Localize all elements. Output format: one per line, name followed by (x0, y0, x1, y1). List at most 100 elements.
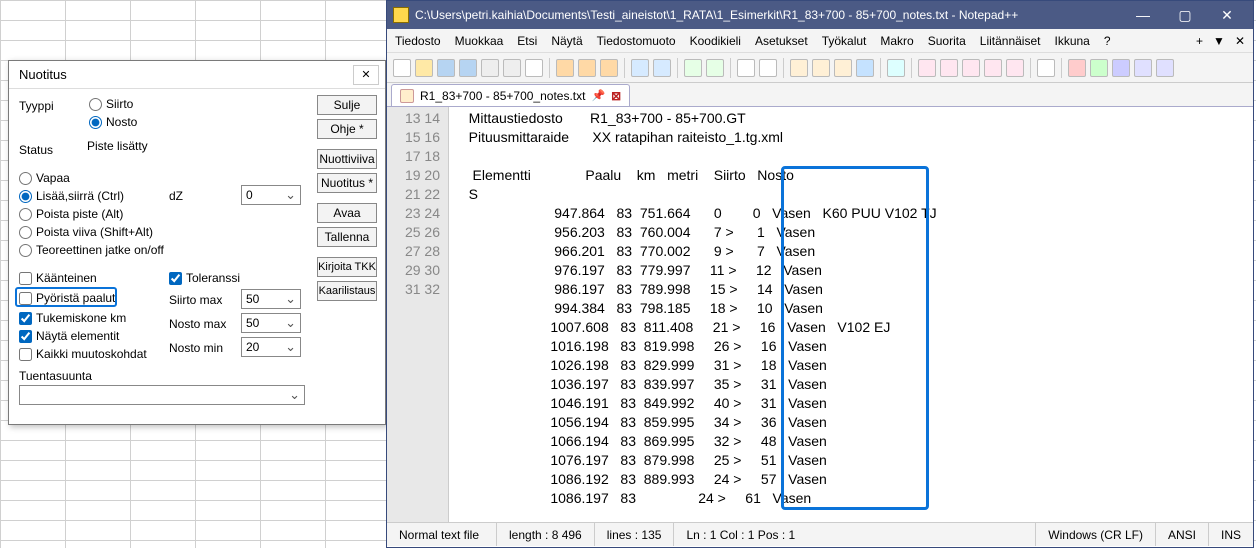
menu-tiedosto[interactable]: Tiedosto (395, 34, 441, 48)
close-all-icon[interactable] (503, 59, 521, 77)
nosto-max-select[interactable]: 50 (241, 313, 301, 333)
tuentasuunta-select[interactable] (19, 385, 305, 405)
radio-poista-piste[interactable]: Poista piste (Alt) (19, 207, 123, 221)
radio-vapaa[interactable]: Vapaa (19, 171, 70, 185)
record-icon[interactable] (1068, 59, 1086, 77)
npp-menubar: Tiedosto Muokkaa Etsi Näytä Tiedostomuoto Koo… (387, 29, 1253, 53)
play-multi-icon[interactable] (1134, 59, 1152, 77)
nuotitus-dialog: Nuotitus ✕ Tyyppi Siirto Nosto Status Pi… (8, 60, 386, 425)
doc-map-icon[interactable] (984, 59, 1002, 77)
kirjoita-tkk-button[interactable]: Kirjoita TKK * (317, 257, 377, 277)
menu-x-icon[interactable]: ✕ (1235, 34, 1245, 48)
dz-label: dZ (169, 189, 183, 203)
radio-teoreettinen[interactable]: Teoreettinen jatke on/off (19, 243, 164, 257)
nosto-min-select[interactable]: 20 (241, 337, 301, 357)
monitor-icon[interactable] (1037, 59, 1055, 77)
dialog-close-button[interactable]: ✕ (353, 65, 379, 85)
open-icon[interactable] (415, 59, 433, 77)
npp-editor[interactable]: 13 14 15 16 17 18 19 20 21 22 23 24 25 2… (387, 107, 1253, 522)
paste-icon[interactable] (600, 59, 618, 77)
status-value: Piste lisätty (83, 139, 193, 159)
status-label: Status (19, 143, 53, 157)
close-file-icon[interactable] (481, 59, 499, 77)
code-area[interactable]: Mittaustiedosto R1_83+700 - 85+700.GT Pi… (449, 107, 1253, 522)
menu-työkalut[interactable]: Työkalut (822, 34, 867, 48)
radio-siirto[interactable]: Siirto (89, 97, 133, 111)
npp-app-icon (393, 7, 409, 23)
menu-suorita[interactable]: Suorita (928, 34, 966, 48)
kaarilistaus-button[interactable]: Kaarilistaus * (317, 281, 377, 301)
doc-list-icon[interactable] (1006, 59, 1024, 77)
radio-nosto[interactable]: Nosto (89, 115, 137, 129)
sulje-button[interactable]: Sulje (317, 95, 377, 115)
show-all-icon[interactable] (856, 59, 874, 77)
status-filetype: Normal text file (387, 523, 497, 546)
zoom-in-icon[interactable] (737, 59, 755, 77)
siirto-max-select[interactable]: 50 (241, 289, 301, 309)
check-kaanteinen[interactable]: Käänteinen (19, 271, 97, 285)
stop-icon[interactable] (1090, 59, 1108, 77)
menu-plus-icon[interactable]: + (1196, 34, 1203, 48)
check-kaikki[interactable]: Kaikki muutoskohdat (19, 347, 147, 361)
menu-muokkaa[interactable]: Muokkaa (455, 34, 504, 48)
save-all-icon[interactable] (459, 59, 477, 77)
menu-tiedostomuoto[interactable]: Tiedostomuoto (597, 34, 676, 48)
window-close-button[interactable]: ✕ (1207, 3, 1247, 27)
redo-icon[interactable] (653, 59, 671, 77)
line-number-gutter: 13 14 15 16 17 18 19 20 21 22 23 24 25 2… (387, 107, 449, 522)
find-icon[interactable] (684, 59, 702, 77)
maximize-button[interactable]: ▢ (1165, 3, 1205, 27)
func-list-icon[interactable] (940, 59, 958, 77)
pin-icon[interactable]: 📌 (591, 89, 605, 102)
menu-liitännäiset[interactable]: Liitännäiset (980, 34, 1041, 48)
cut-icon[interactable] (556, 59, 574, 77)
save-icon[interactable] (437, 59, 455, 77)
menu-makro[interactable]: Makro (880, 34, 913, 48)
print-icon[interactable] (525, 59, 543, 77)
menu-down-icon[interactable]: ▼ (1213, 34, 1225, 48)
menu-etsi[interactable]: Etsi (517, 34, 537, 48)
dz-select[interactable]: 0 (241, 185, 301, 205)
status-lines: lines : 135 (595, 523, 675, 546)
nuottiviiva-button[interactable]: Nuottiviiva (317, 149, 377, 169)
folder-icon[interactable] (962, 59, 980, 77)
menu-näytä[interactable]: Näytä (551, 34, 582, 48)
tab-close-icon[interactable]: ⊠ (611, 89, 621, 103)
check-tukemiskone[interactable]: Tukemiskone km (19, 311, 126, 325)
wrap-icon[interactable] (834, 59, 852, 77)
check-pyorista[interactable]: Pyöristä paalut (19, 291, 115, 305)
npp-statusbar: Normal text file length : 8 496 lines : … (387, 522, 1253, 546)
siirto-max-label: Siirto max (169, 293, 222, 307)
menu-ikkuna[interactable]: Ikkuna (1054, 34, 1089, 48)
menu-asetukset[interactable]: Asetukset (755, 34, 808, 48)
save-macro-icon[interactable] (1156, 59, 1174, 77)
copy-icon[interactable] (578, 59, 596, 77)
play-icon[interactable] (1112, 59, 1130, 77)
status-length: length : 8 496 (497, 523, 595, 546)
zoom-out-icon[interactable] (759, 59, 777, 77)
lang-icon[interactable] (918, 59, 936, 77)
radio-lisaa[interactable]: Lisää,siirrä (Ctrl) (19, 189, 124, 203)
npp-title-text: C:\Users\petri.kaihia\Documents\Testi_ai… (415, 8, 1018, 22)
minimize-button[interactable]: — (1123, 3, 1163, 27)
radio-poista-viiva[interactable]: Poista viiva (Shift+Alt) (19, 225, 153, 239)
check-toleranssi[interactable]: Toleranssi (169, 271, 240, 285)
check-nayta[interactable]: Näytä elementit (19, 329, 119, 343)
tallenna-button[interactable]: Tallenna (317, 227, 377, 247)
menu-?[interactable]: ? (1104, 34, 1111, 48)
replace-icon[interactable] (706, 59, 724, 77)
sync-v-icon[interactable] (790, 59, 808, 77)
file-tab[interactable]: R1_83+700 - 85+700_notes.txt 📌 ⊠ (391, 84, 630, 106)
nuotitus-button[interactable]: Nuotitus * (317, 173, 377, 193)
nosto-min-label: Nosto min (169, 341, 223, 355)
npp-toolbar (387, 53, 1253, 83)
undo-icon[interactable] (631, 59, 649, 77)
sync-h-icon[interactable] (812, 59, 830, 77)
menu-koodikieli[interactable]: Koodikieli (690, 34, 741, 48)
avaa-button[interactable]: Avaa (317, 203, 377, 223)
tyyppi-label: Tyyppi (19, 99, 54, 113)
file-tab-label: R1_83+700 - 85+700_notes.txt (420, 89, 585, 103)
ohje-button[interactable]: Ohje * (317, 119, 377, 139)
indent-guide-icon[interactable] (887, 59, 905, 77)
new-icon[interactable] (393, 59, 411, 77)
